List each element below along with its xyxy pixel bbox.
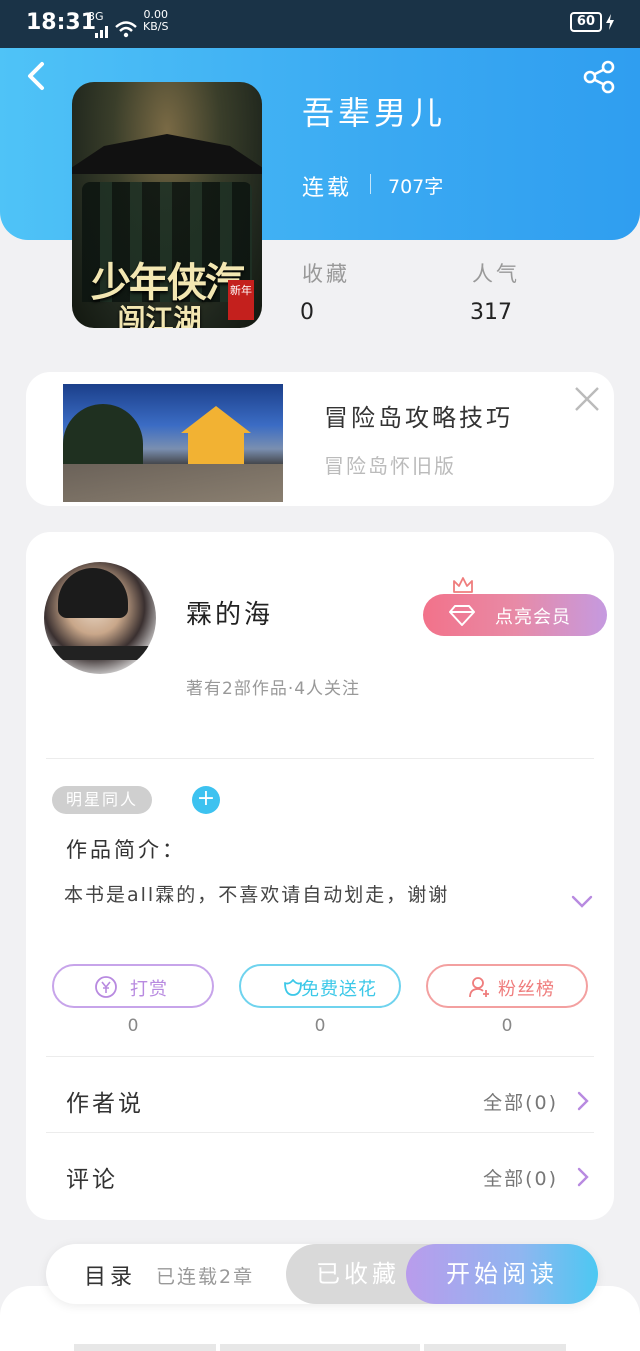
- bottom-action-bar: 目录 已连载2章 已收藏 开始阅读: [46, 1244, 598, 1304]
- add-tag-button[interactable]: +: [192, 786, 220, 814]
- author-name[interactable]: 霖的海: [186, 594, 273, 631]
- tip-button[interactable]: 打赏: [52, 964, 214, 1008]
- table-of-contents-button[interactable]: 目录: [84, 1259, 136, 1291]
- charging-icon: [606, 14, 614, 30]
- vip-button[interactable]: 点亮会员: [423, 594, 607, 636]
- comments-row[interactable]: 评论 全部(0): [26, 1138, 614, 1214]
- yuan-coin-icon: [95, 976, 117, 998]
- book-title: 吾辈男儿: [302, 94, 447, 132]
- ad-image: [63, 384, 283, 502]
- fans-user-icon: [469, 977, 489, 998]
- popularity-label: 人气: [472, 262, 520, 286]
- cover-subtitle: 闯江湖: [117, 303, 202, 328]
- expand-intro-button[interactable]: [570, 894, 594, 910]
- send-flower-label: 免费送花: [301, 979, 377, 1000]
- fans-ranking-label: 粉丝榜: [498, 979, 555, 1000]
- status-time: 18:31: [26, 10, 97, 35]
- chevron-down-icon: [571, 895, 593, 908]
- author-avatar[interactable]: [44, 562, 156, 674]
- back-button[interactable]: [20, 58, 54, 94]
- ad-close-button[interactable]: [572, 384, 602, 414]
- book-status: 连载: [302, 176, 353, 201]
- chevron-right-icon: [577, 1167, 589, 1187]
- fans-ranking-button[interactable]: 粉丝榜: [426, 964, 588, 1008]
- word-count: 707字: [388, 176, 444, 198]
- flower-count: 0: [314, 1016, 326, 1036]
- close-icon: [575, 387, 599, 411]
- intro-text: 本书是all霖的，不喜欢请自动划走，谢谢: [64, 884, 450, 906]
- author-meta: 著有2部作品·4人关注: [186, 679, 361, 699]
- favorites-value: 0: [300, 300, 314, 325]
- network-indicator: 3G: [88, 10, 104, 23]
- cover-badge: 新年: [228, 280, 254, 320]
- ad-subtitle: 冒险岛怀旧版: [324, 454, 456, 478]
- avatar-hair: [58, 568, 128, 618]
- book-detail-card: 霖的海 著有2部作品·4人关注 点亮会员 明星同人 + 作品简介： 本书是all…: [26, 532, 614, 1220]
- tip-label: 打赏: [130, 979, 168, 1000]
- tip-count: 0: [127, 1016, 139, 1036]
- ad-image-track: [63, 464, 283, 502]
- speed-unit: KB/S: [143, 20, 169, 33]
- chapter-count: 已连载2章: [156, 1266, 255, 1288]
- row-label: 评论: [66, 1167, 118, 1193]
- send-flower-button[interactable]: 免费送花: [239, 964, 401, 1008]
- row-value: 全部(0): [483, 1168, 558, 1190]
- vip-label: 点亮会员: [495, 607, 571, 628]
- section-divider: [46, 1056, 594, 1057]
- start-reading-button[interactable]: 开始阅读: [406, 1244, 598, 1304]
- book-cover[interactable]: 少年侠汽 闯江湖 新年: [72, 82, 262, 328]
- status-bar: 18:31 3G 0.00 KB/S 60: [0, 0, 640, 48]
- status-divider: [370, 174, 371, 194]
- battery-level: 60: [569, 12, 602, 32]
- battery-indicator: 60: [569, 12, 614, 32]
- fans-count: 0: [501, 1016, 513, 1036]
- ad-image-trees: [63, 404, 143, 464]
- tag-chip[interactable]: 明星同人: [52, 786, 153, 814]
- chevron-left-icon: [28, 62, 44, 90]
- avatar-bar: [44, 646, 156, 660]
- network-speed: 0.00 KB/S: [143, 9, 168, 33]
- crown-icon: [453, 577, 473, 593]
- sheet-placeholder-lines: [74, 1344, 566, 1351]
- signal-icon: [95, 26, 108, 38]
- share-button[interactable]: [582, 60, 616, 94]
- section-divider: [46, 1132, 594, 1133]
- share-icon: [583, 60, 615, 94]
- ad-title: 冒险岛攻略技巧: [324, 404, 513, 432]
- row-value: 全部(0): [483, 1092, 558, 1114]
- favorites-label: 收藏: [302, 262, 350, 286]
- wifi-icon: [115, 21, 137, 38]
- section-divider: [46, 758, 594, 759]
- chevron-right-icon: [577, 1091, 589, 1111]
- row-label: 作者说: [66, 1091, 144, 1117]
- intro-label: 作品简介：: [66, 838, 186, 862]
- popularity-value: 317: [470, 300, 512, 325]
- cover-roof-art: [72, 134, 262, 174]
- diamond-icon: [449, 605, 475, 626]
- ad-card[interactable]: 冒险岛攻略技巧 冒险岛怀旧版: [26, 372, 614, 506]
- author-notes-row[interactable]: 作者说 全部(0): [26, 1062, 614, 1138]
- ad-image-pavilion: [181, 406, 251, 466]
